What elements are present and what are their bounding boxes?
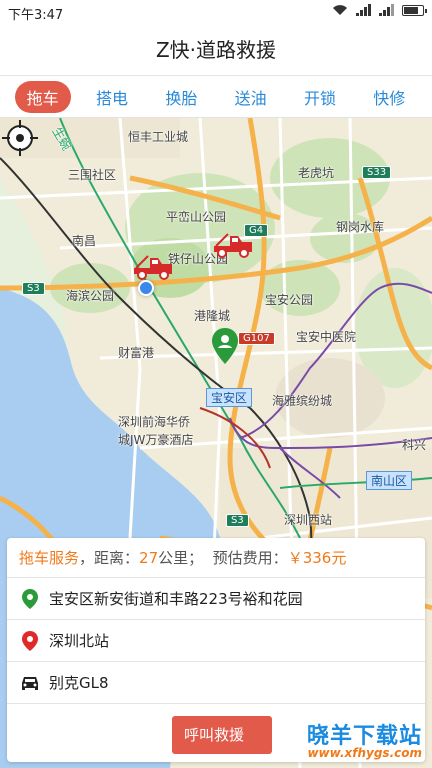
battery-icon (402, 4, 427, 16)
map-label-caifu: 财富港 (118, 346, 155, 360)
map-label-pingluan: 平峦山公园 (166, 210, 227, 224)
tab-unlock[interactable]: 开锁 (292, 81, 348, 113)
vehicle-row[interactable]: 别克GL8 (7, 662, 425, 704)
destination-address: 深圳北站 (49, 632, 110, 650)
district-nanshan: 南山区 (366, 471, 413, 490)
locate-icon[interactable] (0, 118, 40, 158)
page-title: Z快·道路救援 (0, 24, 432, 76)
map-label-laohukeng: 老虎坑 (298, 166, 335, 180)
wifi-icon (333, 5, 347, 15)
tab-tow[interactable]: 拖车 (14, 80, 71, 113)
distance-unit: 公里 (158, 549, 189, 567)
tow-truck-icon[interactable] (212, 230, 256, 258)
fee-value: ￥336元 (287, 549, 347, 567)
status-time: 下午3:47 (8, 8, 64, 23)
tow-truck-icon-2[interactable] (132, 252, 176, 280)
distance-value: 27 (139, 548, 159, 567)
destination-row[interactable]: 深圳北站 (7, 620, 425, 662)
map-label-ganglong: 港隆城 (194, 309, 231, 323)
map-label-haiya: 海雅缤纷城 (272, 394, 333, 408)
tab-jump-start[interactable]: 搭电 (84, 81, 140, 113)
map-label-jw: 城JW万豪酒店 (118, 433, 194, 447)
origin-row[interactable]: 宝安区新安街道和丰路223号裕和花园 (7, 578, 425, 620)
origin-pin-icon (22, 588, 38, 609)
map-label-keji: 科兴 (402, 438, 427, 452)
destination-pin-icon (22, 630, 38, 651)
tab-quick-repair[interactable]: 快修 (361, 81, 417, 113)
status-bar: 下午3:47 (0, 0, 432, 24)
status-icons (332, 4, 427, 16)
map-label-hengfeng: 恒丰工业城 (128, 130, 189, 144)
signal-icon (356, 4, 371, 16)
map-label-gangtou: 钢岗水库 (336, 220, 385, 234)
map-label-shenzhenxi: 深圳西站 (284, 513, 333, 527)
watermark: 晓羊下载站 www.xfhygs.com (248, 718, 428, 764)
map-label-qianhai: 深圳前海华侨 (118, 415, 191, 429)
order-summary: 拖车服务 ，距离： 27 公里 ； 预估费用： ￥336元 (7, 538, 425, 578)
fee-label: ； 预估费用： (188, 549, 288, 567)
service-name: 拖车服务 (19, 549, 80, 567)
map-label-nanchang: 南昌 (72, 234, 97, 248)
map-label-hospital: 宝安中医院 (296, 330, 357, 344)
road-shield-g107: G107 (238, 332, 275, 345)
tab-fuel-delivery[interactable]: 送油 (223, 81, 279, 113)
map-label-baoan-park: 宝安公园 (265, 293, 314, 307)
location-pin-icon[interactable] (212, 328, 238, 364)
road-shield-s3-b: S3 (226, 514, 249, 527)
road-shield-s3: S3 (22, 282, 45, 295)
service-tabs: 拖车 搭电 换胎 送油 开锁 快修 (0, 76, 432, 118)
car-icon (22, 676, 38, 690)
watermark-url: www.xfhygs.com (307, 746, 422, 760)
origin-address: 宝安区新安街道和丰路223号裕和花园 (49, 590, 303, 608)
map-label-sanwei: 三围社区 (68, 168, 117, 182)
district-baoan: 宝安区 (206, 388, 253, 407)
vehicle-name: 别克GL8 (49, 674, 109, 692)
distance-label: ，距离： (79, 549, 140, 567)
map-label-haibin: 海滨公园 (66, 289, 115, 303)
tab-tire-change[interactable]: 换胎 (153, 81, 209, 113)
road-shield-s33: S33 (362, 166, 392, 179)
current-location-dot (138, 280, 154, 296)
signal-icon-2 (379, 4, 394, 16)
